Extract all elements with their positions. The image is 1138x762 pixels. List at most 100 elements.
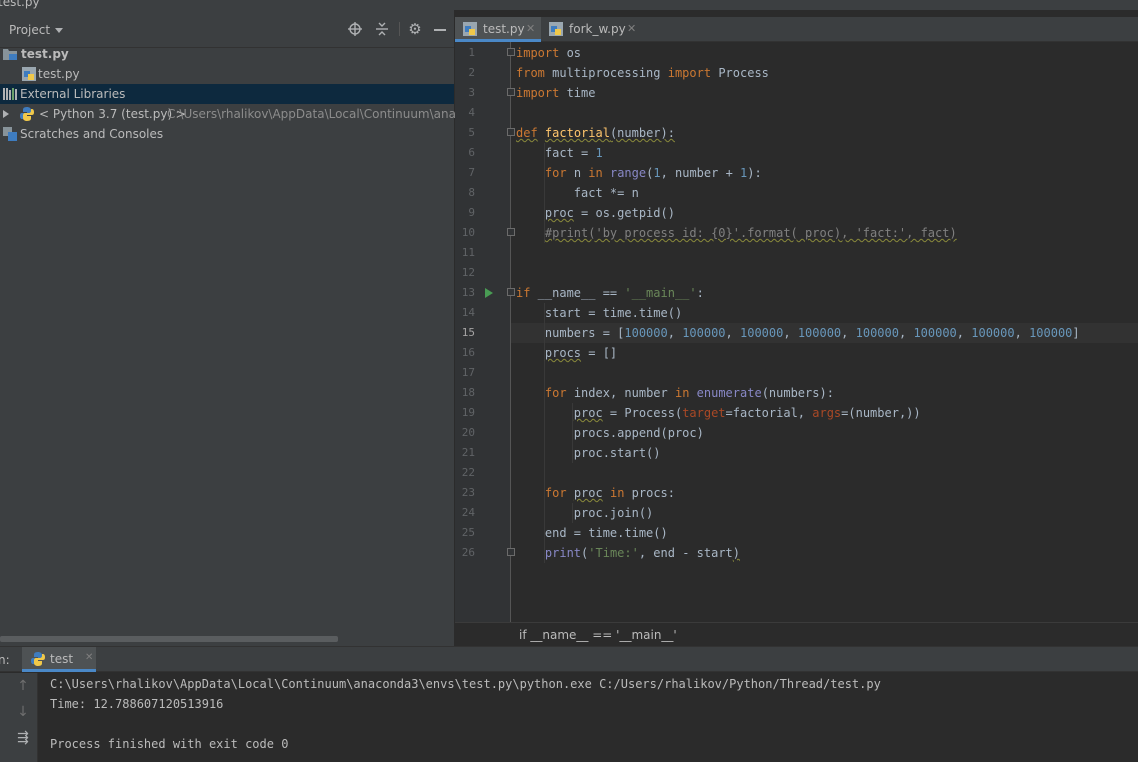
fold-marker-icon[interactable] (507, 228, 515, 236)
fold-marker-icon[interactable] (507, 288, 515, 296)
run-tab-test[interactable]: test ✕ (22, 647, 96, 672)
crosshair-icon[interactable] (348, 22, 362, 36)
line-number: 13 (461, 286, 475, 299)
line-number: 12 (461, 266, 475, 279)
fold-marker-icon[interactable] (507, 88, 515, 96)
line-number: 6 (468, 146, 475, 159)
code-line-10: #print('by process id: {0}'.format( proc… (544, 226, 957, 240)
code-line-6: fact = 1 (516, 146, 603, 160)
code-line-2: from multiprocessing import Process (516, 66, 769, 80)
line-number: 1 (468, 46, 475, 59)
collapse-all-icon[interactable] (375, 22, 389, 36)
tree-item-label: Scratches and Consoles (20, 127, 164, 141)
fold-marker-icon[interactable] (507, 548, 515, 556)
line-number: 17 (461, 366, 475, 379)
code-line-9: proc = os.getpid() (544, 206, 675, 220)
python-file-icon (549, 22, 563, 36)
run-panel-header: n: test ✕ (0, 646, 1138, 672)
line-number: 4 (468, 106, 475, 119)
hide-panel-icon[interactable] (434, 29, 446, 31)
line-number: 14 (461, 306, 475, 319)
console-output[interactable]: C:\Users\rhalikov\AppData\Local\Continuu… (39, 673, 1138, 762)
code-line-15: numbers = [100000, 100000, 100000, 10000… (516, 326, 1080, 340)
code-line-16: procs = [] (544, 346, 618, 360)
tree-item-project-root[interactable]: test.py (0, 44, 454, 64)
line-number: 7 (468, 166, 475, 179)
library-icon (3, 88, 17, 100)
breadcrumb-bar: if __name__ == '__main__' (455, 622, 1138, 646)
gear-icon[interactable]: ⚙ (406, 20, 424, 38)
code-line-18: for index, number in enumerate(numbers): (544, 386, 834, 400)
run-tab-label: test (50, 652, 74, 666)
line-number: 11 (461, 246, 475, 259)
line-number: 10 (461, 226, 475, 239)
line-number: 25 (461, 526, 475, 539)
tree-item-label: < Python 3.7 (test.py) > (39, 107, 186, 121)
code-line-24: proc.join() (516, 506, 654, 520)
code-line-13: if __name__ == '__main__': (516, 286, 704, 300)
breadcrumb[interactable]: if __name__ == '__main__' (519, 628, 677, 642)
window-title: test.py (0, 0, 40, 9)
line-number: 23 (461, 486, 475, 499)
close-icon[interactable]: ✕ (627, 17, 636, 41)
close-icon[interactable]: ✕ (85, 652, 93, 663)
tree-item-label: External Libraries (20, 87, 126, 101)
chevron-down-icon[interactable] (55, 28, 63, 33)
code-line-5: def factorial(number): (516, 126, 675, 140)
line-number: 15 (461, 326, 475, 339)
line-number: 3 (468, 86, 475, 99)
code-line-14: start = time.time() (516, 306, 683, 320)
code-line-26: print('Time:', end - start) (544, 546, 740, 560)
code-line-1: import os (516, 46, 582, 60)
code-line-21: proc.start() (516, 446, 661, 460)
line-number: 8 (468, 186, 475, 199)
code-line-3: import time (516, 86, 596, 100)
close-icon[interactable]: ✕ (526, 17, 535, 41)
folder-icon (3, 49, 17, 60)
tree-item-path: C:\Users\rhalikov\AppData\Local\Continuu… (167, 107, 493, 121)
tree-item-file[interactable]: test.py (0, 64, 454, 84)
code-line-8: fact *= n (516, 186, 639, 200)
line-number: 21 (461, 446, 475, 459)
project-view-selector[interactable]: Project (9, 23, 50, 37)
line-number: 9 (468, 206, 475, 219)
project-horizontal-scrollbar[interactable] (0, 636, 338, 642)
editor-tab-bar: test.py ✕ fork_w.py ✕ (455, 17, 1138, 42)
line-number: 18 (461, 386, 475, 399)
line-number: 5 (468, 126, 475, 139)
fold-marker-icon[interactable] (507, 128, 515, 136)
line-number: 20 (461, 426, 475, 439)
code-line-23: for proc in procs: (544, 486, 675, 500)
scroll-up-icon[interactable]: ↑ (14, 677, 32, 695)
tab-fork-w-py[interactable]: fork_w.py ✕ (541, 17, 641, 42)
code-line-19: proc = Process(target=factorial, args=(n… (573, 406, 921, 420)
window-title-bar: test.py (0, 0, 1138, 10)
fold-marker-icon[interactable] (507, 48, 515, 56)
soft-wrap-icon[interactable]: ⇶ (14, 729, 32, 747)
tree-item-label: test.py (21, 47, 69, 61)
line-number: 26 (461, 546, 475, 559)
run-panel-label: n: (0, 653, 10, 667)
code-line-20: procs.append(proc) (516, 426, 704, 440)
line-number: 16 (461, 346, 475, 359)
line-number: 2 (468, 66, 475, 79)
tab-test-py[interactable]: test.py ✕ (455, 17, 541, 42)
tab-label: fork_w.py (569, 22, 626, 36)
console-line: C:\Users\rhalikov\AppData\Local\Continuu… (50, 677, 881, 691)
tree-item-external-libraries[interactable]: External Libraries (0, 84, 454, 104)
scroll-down-icon[interactable]: ↓ (14, 703, 32, 721)
code-line-25: end = time.time() (516, 526, 668, 540)
console-line: Time: 12.788607120513916 (50, 697, 224, 711)
tree-item-scratches[interactable]: Scratches and Consoles (0, 124, 454, 144)
run-toolbar: ↑ ↓ ⇶ (0, 673, 38, 762)
expand-arrow-icon[interactable] (3, 110, 9, 118)
console-line: Process finished with exit code 0 (50, 737, 289, 751)
tree-item-label: test.py (38, 67, 80, 81)
tree-item-python-sdk[interactable]: < Python 3.7 (test.py) > C:\Users\rhalik… (0, 104, 493, 124)
code-line-7: for n in range(1, number + 1): (544, 166, 762, 180)
run-gutter-icon[interactable] (485, 288, 493, 298)
python-icon (31, 652, 45, 666)
tab-label: test.py (483, 22, 525, 36)
python-file-icon (22, 67, 36, 81)
python-file-icon (463, 22, 477, 36)
